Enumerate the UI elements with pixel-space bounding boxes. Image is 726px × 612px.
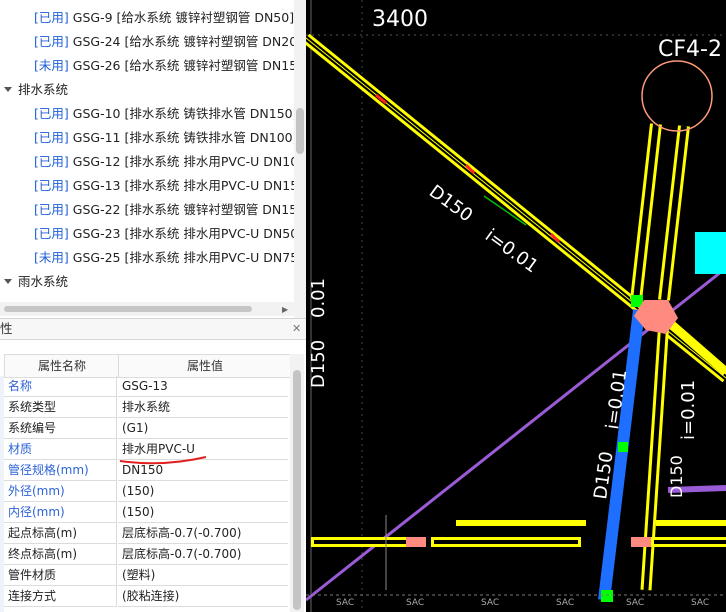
expand-caret-icon[interactable] [4, 87, 12, 92]
tree-item-status: [已用] [34, 154, 69, 169]
tree-item-label: GSG-9 [给水系统 镀锌衬塑钢管 DN50] [72, 10, 294, 25]
property-value[interactable]: GSG-13 [118, 376, 288, 397]
cyan-block [695, 232, 726, 274]
tree-item-status: [已用] [34, 130, 69, 145]
property-value[interactable]: (150) [118, 481, 288, 502]
expand-caret-icon[interactable] [4, 279, 12, 284]
property-name: 材质 [4, 439, 117, 460]
pipe-size-label: D150 [667, 455, 686, 498]
tree-item[interactable]: [已用] GSG-10 [排水系统 铸铁排水管 DN150] [34, 102, 294, 126]
properties-scrollbar[interactable] [290, 354, 304, 612]
sac-label: SAC [691, 598, 709, 608]
tree-item-label: GSG-12 [排水系统 排水用PVC-U DN100 [72, 154, 294, 169]
tree-item[interactable]: [已用] GSG-24 [给水系统 镀锌衬塑钢管 DN20] [34, 30, 294, 54]
tree-item-label: GSG-25 [排水系统 排水用PVC-U DN75] [72, 250, 294, 265]
tree-item-status: [已用] [34, 34, 69, 49]
sac-label: SAC [626, 598, 644, 608]
tree-vertical-scrollbar[interactable] [294, 0, 306, 318]
property-name: 名称 [4, 376, 117, 397]
tree-item-label: GSG-13 [排水系统 排水用PVC-U DN150 [72, 178, 294, 193]
tree-item-label: GSG-23 [排水系统 排水用PVC-U DN50] [72, 226, 294, 241]
tree-item-status: [已用] [34, 106, 69, 121]
tree-item-status: [已用] [34, 226, 69, 241]
tree-group[interactable]: 雨水系统 [0, 270, 68, 294]
green-node [618, 442, 628, 452]
tree-item[interactable]: [已用] GSG-23 [排水系统 排水用PVC-U DN50] [34, 222, 294, 246]
property-value[interactable]: (胶粘连接) [118, 586, 288, 607]
pipe-size-label: D150 [308, 340, 329, 388]
close-icon[interactable]: ✕ [292, 319, 301, 339]
sac-label: SAC [406, 598, 424, 608]
properties-scroll-thumb[interactable] [293, 370, 301, 610]
slope-label: i=0.01 [481, 225, 542, 277]
tree-item[interactable]: [未用] GSG-26 [给水系统 镀锌衬塑钢管 DN15] [34, 54, 294, 78]
column-header-name[interactable]: 属性名称 [4, 354, 120, 378]
property-name: 终点标高(m) [4, 544, 117, 565]
tree-item[interactable]: [已用] GSG-12 [排水系统 排水用PVC-U DN100 [34, 150, 294, 174]
tree-item-status: [未用] [34, 250, 69, 265]
green-node [601, 590, 613, 602]
cf-label: CF4-2 [658, 37, 722, 62]
yellow-pipe-branch [661, 314, 726, 376]
dimension-text: 3400 [372, 7, 428, 32]
tree-item[interactable]: [已用] GSG-11 [排水系统 铸铁排水管 DN100] [34, 126, 294, 150]
tree-item[interactable]: [未用] GSG-25 [排水系统 排水用PVC-U DN75] [34, 246, 294, 270]
tree-item-label: GSG-11 [排水系统 铸铁排水管 DN100] [72, 130, 294, 145]
tree-item[interactable]: [已用] GSG-22 [排水系统 镀锌衬塑钢管 DN150 [34, 198, 294, 222]
property-name: 外径(mm) [4, 481, 117, 502]
tree-group-label: 雨水系统 [18, 274, 69, 289]
tree-scroll-thumb[interactable] [296, 108, 304, 154]
slope-label: i=0.01 [678, 380, 699, 440]
property-name: 系统类型 [4, 397, 117, 418]
tree-group-label: 排水系统 [18, 82, 69, 97]
property-name: 起点标高(m) [4, 523, 117, 544]
pipe-tree: [已用] GSG-9 [给水系统 镀锌衬塑钢管 DN50] [已用] GSG-24 [… [0, 0, 294, 300]
cad-canvas[interactable]: 3400 CF4-2 D150 i=0.01 D150 i=0.01 i=0.0… [306, 0, 726, 612]
tree-horizontal-scrollbar[interactable]: ▶ [0, 302, 294, 316]
tree-item-status: [未用] [34, 58, 69, 73]
property-name: 内径(mm) [4, 502, 117, 523]
sac-label: SAC [336, 598, 354, 608]
slope-label: 0.01 [308, 278, 329, 318]
property-name: 管径规格(mm) [4, 460, 117, 481]
property-value[interactable]: (G1) [118, 418, 288, 439]
tree-item[interactable]: [已用] GSG-13 [排水系统 排水用PVC-U DN150 [34, 174, 294, 198]
property-value[interactable]: (塑料) [118, 565, 288, 586]
sac-label: SAC [556, 598, 574, 608]
property-value[interactable]: 层底标高-0.7(-0.700) [118, 523, 288, 544]
tree-item-label: GSG-22 [排水系统 镀锌衬塑钢管 DN150 [72, 202, 294, 217]
pipe-size-label: D150 [425, 181, 476, 226]
tree-item-status: [已用] [34, 202, 69, 217]
property-name: 连接方式 [4, 586, 117, 607]
tree-item-status: [已用] [34, 178, 69, 193]
property-value[interactable]: 排水系统 [118, 397, 288, 418]
cf-circle [641, 60, 713, 132]
property-name: 系统编号 [4, 418, 117, 439]
tree-item-label: GSG-24 [给水系统 镀锌衬塑钢管 DN20] [72, 34, 294, 49]
tree-item-status: [已用] [34, 10, 69, 25]
tree-item[interactable]: [已用] GSG-9 [给水系统 镀锌衬塑钢管 DN50] [34, 6, 294, 30]
row-gutter [0, 376, 4, 612]
property-value[interactable]: 层底标高-0.7(-0.700) [118, 544, 288, 565]
properties-panel-header: 性 ✕ [0, 318, 306, 340]
scroll-right-arrow-icon[interactable]: ▶ [282, 305, 288, 314]
tree-hscroll-thumb[interactable] [4, 306, 252, 312]
column-header-value[interactable]: 属性值 [118, 354, 292, 378]
red-underline-annotation [119, 456, 207, 465]
properties-panel-title: 性 [0, 321, 13, 336]
left-panel: [已用] GSG-9 [给水系统 镀锌衬塑钢管 DN50] [已用] GSG-24 [… [0, 0, 306, 612]
sac-label: SAC [481, 598, 499, 608]
tree-group[interactable]: 排水系统 [0, 78, 68, 102]
property-value[interactable]: (150) [118, 502, 288, 523]
yellow-horizontal-pipes [311, 520, 726, 547]
tree-item-label: GSG-10 [排水系统 铸铁排水管 DN150] [72, 106, 294, 121]
tree-item-label: GSG-26 [给水系统 镀锌衬塑钢管 DN15] [72, 58, 294, 73]
property-name: 管件材质 [4, 565, 117, 586]
